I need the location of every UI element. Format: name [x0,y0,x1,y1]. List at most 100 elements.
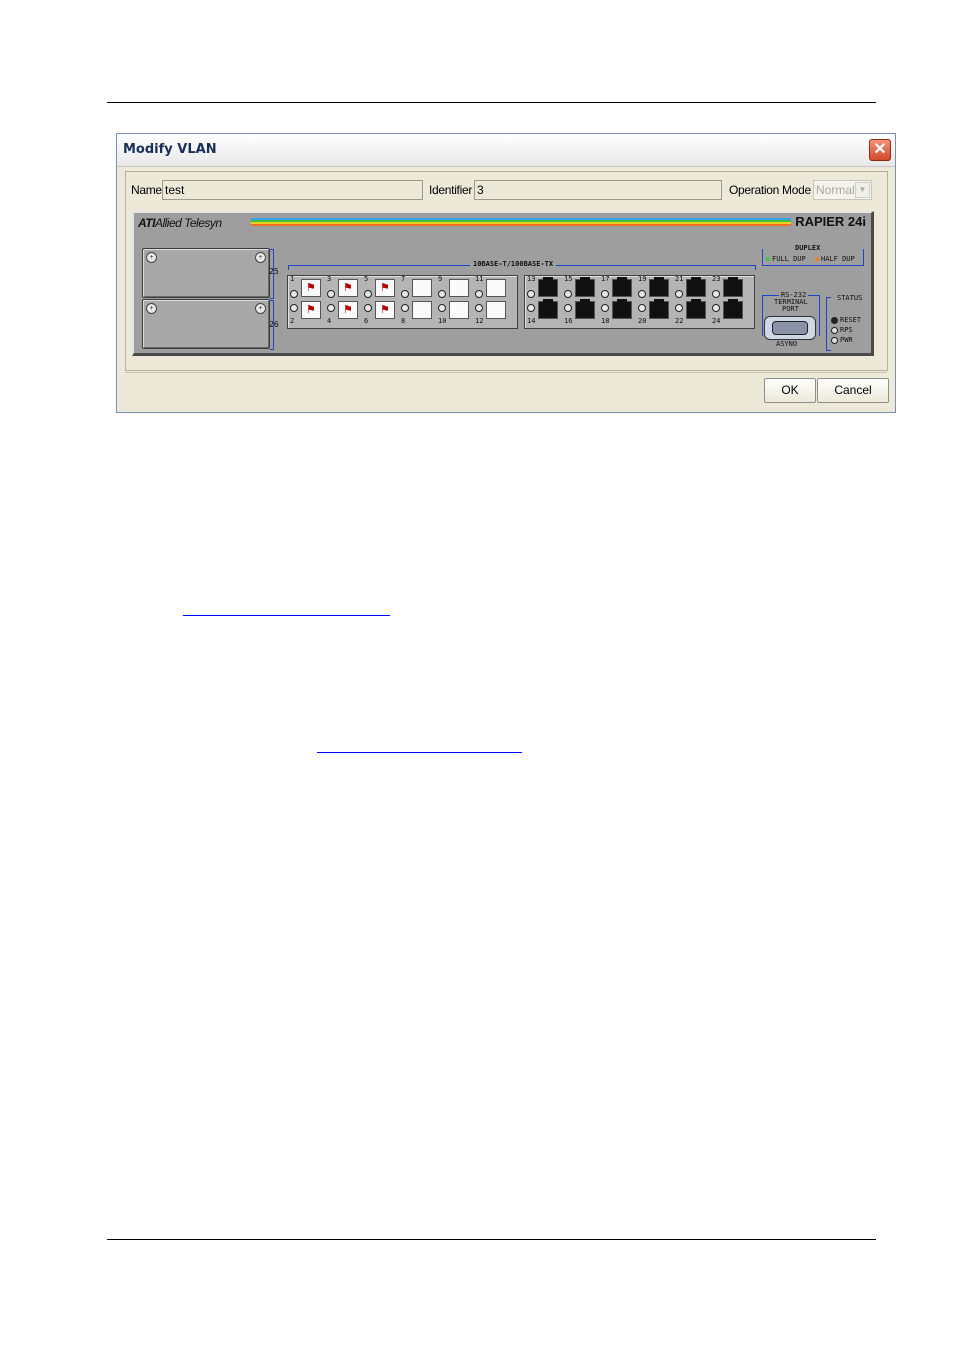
port-22[interactable] [686,299,706,319]
port-9[interactable] [449,279,469,297]
pwr-led [831,337,838,344]
status-bracket [826,297,831,351]
port-led-4 [327,304,335,312]
status-rps: RPS [840,326,853,334]
port-21[interactable] [686,277,706,297]
vlan-flag-icon: ⚑ [306,304,316,316]
port-led-22 [675,304,683,312]
port-led-9 [438,290,446,298]
vlan-flag-icon: ⚑ [343,282,353,294]
port-led-10 [438,304,446,312]
port-2[interactable]: ⚑ [301,301,321,319]
port-led-8 [401,304,409,312]
port-led-17 [601,290,609,298]
ports-label: 10BASE-T/100BASE-TX [470,260,557,268]
screw-icon: + [146,252,157,263]
port-number-18: 18 [601,317,610,325]
slot-number-26: 26 [269,320,279,329]
port-19[interactable] [649,277,669,297]
cancel-button[interactable]: Cancel [817,378,889,403]
port-3[interactable]: ⚑ [338,279,358,297]
close-icon: ✕ [873,141,887,158]
port-led-12 [475,304,483,312]
status-reset: RESET [840,316,862,324]
port-16[interactable] [575,299,595,319]
vlan-flag-icon: ⚑ [380,282,390,294]
expansion-slot-25[interactable]: + + [142,248,270,298]
port-number-21: 21 [675,275,684,283]
port-number-24: 24 [712,317,721,325]
close-button[interactable]: ✕ [869,139,891,161]
rps-led [831,327,838,334]
status-pwr: PWR [840,336,853,344]
chevron-down-icon[interactable]: ▼ [855,182,870,198]
screw-icon: + [255,252,266,263]
port-15[interactable] [575,277,595,297]
hyperlink-underline-1[interactable] [183,615,390,616]
full-dup-led [766,257,770,261]
operation-mode-select[interactable]: Normal ▼ [813,180,872,200]
port-led-21 [675,290,683,298]
port-led-13 [527,290,535,298]
port-number-20: 20 [638,317,647,325]
port-number-12: 12 [475,317,484,325]
ok-button[interactable]: OK [764,378,816,403]
status-label: STATUS [837,294,863,302]
identifier-input[interactable]: 3 [474,180,722,200]
port-20[interactable] [649,299,669,319]
hyperlink-underline-2[interactable] [317,752,522,753]
port-number-11: 11 [475,275,484,283]
port-8[interactable] [412,301,432,319]
port-led-2 [290,304,298,312]
port-5[interactable]: ⚑ [375,279,395,297]
port-number-15: 15 [564,275,573,283]
header-rule [107,102,876,103]
screw-icon: + [255,303,266,314]
terminal-label-line3: PORT [782,305,799,313]
port-number-17: 17 [601,275,610,283]
port-led-16 [564,304,572,312]
port-17[interactable] [612,277,632,297]
port-14[interactable] [538,299,558,319]
slot-number-25: 25 [269,267,279,276]
button-separator [125,372,887,373]
rainbow-stripe-4 [251,224,791,226]
port-1[interactable]: ⚑ [301,279,321,297]
port-11[interactable] [486,279,506,297]
rs232-port[interactable] [764,316,816,340]
vlan-flag-icon: ⚑ [380,304,390,316]
port-led-6 [364,304,372,312]
reset-led [831,317,838,324]
port-6[interactable]: ⚑ [375,301,395,319]
port-number-5: 5 [364,275,369,283]
port-led-19 [638,290,646,298]
port-number-16: 16 [564,317,573,325]
name-input[interactable]: test [162,180,423,200]
port-number-1: 1 [290,275,295,283]
port-number-9: 9 [438,275,443,283]
port-18[interactable] [612,299,632,319]
footer-rule [107,1239,876,1240]
port-number-3: 3 [327,275,332,283]
port-led-5 [364,290,372,298]
brand-logo: ATIAllied Telesyn [138,216,222,230]
screw-icon: + [146,303,157,314]
expansion-slot-26[interactable]: + + [142,299,270,349]
port-led-14 [527,304,535,312]
port-led-1 [290,290,298,298]
port-4[interactable]: ⚑ [338,301,358,319]
port-13[interactable] [538,277,558,297]
port-23[interactable] [723,277,743,297]
port-24[interactable] [723,299,743,319]
vlan-flag-icon: ⚑ [343,304,353,316]
port-number-4: 4 [327,317,332,325]
port-7[interactable] [412,279,432,297]
port-10[interactable] [449,301,469,319]
vlan-flag-icon: ⚑ [306,282,316,294]
port-led-18 [601,304,609,312]
port-12[interactable] [486,301,506,319]
port-led-15 [564,290,572,298]
port-led-3 [327,290,335,298]
port-number-19: 19 [638,275,647,283]
switch-faceplate: ATIAllied Telesyn RAPIER 24i + + + + 25 … [132,211,874,356]
